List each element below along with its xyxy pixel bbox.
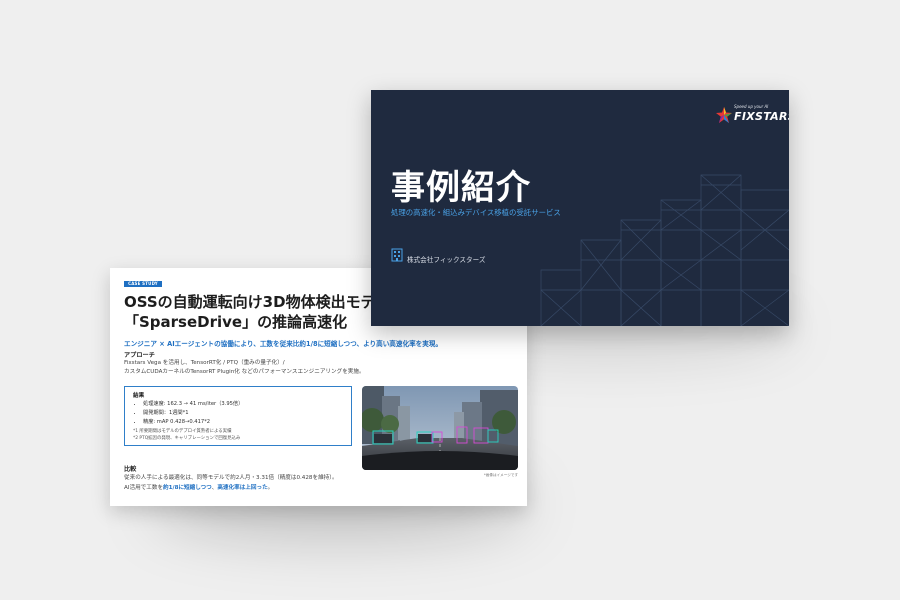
approach-heading: アプローチ [124,352,155,359]
result-item-period: 開発期間：1週間*1 [143,409,243,418]
case-study-badge: CASE STUDY [124,281,162,287]
result-item-speed: 処理速度: 162.3 → 41 ms/iter（3.95倍） [143,400,243,409]
results-box: 結果 処理速度: 162.3 → 41 ms/iter（3.95倍） 開発期間：… [124,386,352,446]
approach-line2: カスタムCUDAカーネルのTensorRT Plugin化 などのパフォーマンス… [124,369,365,375]
result-item-accuracy: 精度: mAP 0.428→0.417*2 [143,418,243,427]
photo-caption: *画像はイメージです [484,473,519,477]
cover-title: 事例紹介 [391,168,531,208]
compare-heading: 比較 [124,466,137,473]
results-heading: 結果 [133,393,145,399]
logo-tagline: Speed up your AI [734,104,769,109]
results-notes: *1 所要期間はモデルのデプロイ質熟者による実績 *2 PTQ拡因の発現、キャリ… [133,428,240,442]
cover-company: 株式会社フィックスターズ [407,256,486,264]
case-study-lead: エンジニア × AIエージェントの協働により、工数を従来比約1/8に短縮しつつ、… [124,340,443,348]
fixstars-star-logo-icon [716,107,732,123]
note-2: *2 PTQ拡因の発現、キャリブレーションで回復見込み [133,436,241,441]
note-1: *1 所要期間はモデルのデプロイ質熟者による実績 [133,429,232,434]
compare-line2-highlight1: 約1/8に短縮しつつ [163,485,212,491]
cover-subtitle: 処理の高速化・組込みデバイス移植の受託サービス [391,208,561,217]
building-icon [391,248,403,262]
compare-line1: 従来の人手による最適化は、同等モデルで約2人月・3.31倍（精度は0.428を維… [124,475,338,481]
compare-line2-highlight2: 高速化率は上回った [217,485,268,491]
compare-line2: AI活用で工数を約1/8に短縮しつつ、高速化率は上回った。 [124,484,273,493]
driving-scene-image [362,386,518,470]
logo-wordmark: FIXSTARS [734,110,789,123]
cover-slide: Speed up your AI FIXSTARS 事例紹介 処理の高速化・組込… [371,90,789,326]
compare-line2-prefix: AI活用で工数を [124,485,164,491]
results-list: 処理速度: 162.3 → 41 ms/iter（3.95倍） 開発期間：1週間… [135,400,243,427]
fixstars-logo: Speed up your AI FIXSTARS [716,104,789,128]
compare-line2-suffix: 。 [267,485,274,491]
approach-line1: Fixstars Vega を活用し、TensorRT化 / PTQ（重みの量子… [124,360,285,366]
